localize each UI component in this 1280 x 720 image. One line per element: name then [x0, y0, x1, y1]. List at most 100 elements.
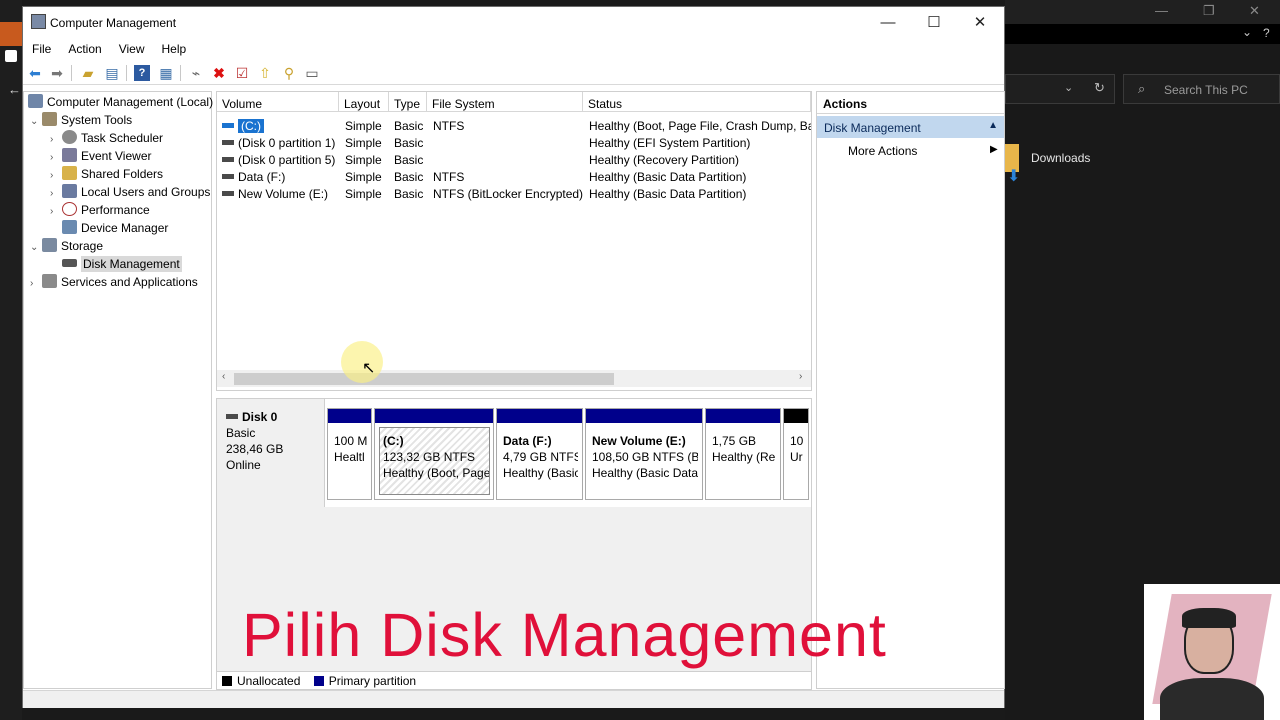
- check-icon[interactable]: ☑: [234, 65, 250, 81]
- partition-unallocated[interactable]: 10 Ur: [783, 408, 809, 500]
- horizontal-scrollbar[interactable]: ‹ ›: [217, 370, 811, 387]
- tree-item-local-users-groups[interactable]: › Local Users and Groups: [50, 183, 210, 201]
- partition-size: 108,50 GB NTFS (Bit: [592, 450, 699, 464]
- layout-cell: Simple: [345, 136, 382, 150]
- event-viewer-icon: [62, 148, 77, 162]
- partition-body: New Volume (E:) 108,50 GB NTFS (Bit Heal…: [588, 427, 699, 495]
- partition-status: Healthy (Boot, Page: [383, 466, 490, 480]
- computer-management-icon: [31, 14, 46, 29]
- tree-item-label: Disk Management: [81, 256, 182, 272]
- maximize-button[interactable]: ☐: [911, 11, 957, 35]
- partition-legend: Unallocated Primary partition: [217, 671, 811, 689]
- scrollbar-thumb[interactable]: [234, 373, 614, 385]
- column-header-status[interactable]: Status: [583, 92, 811, 112]
- chevron-down-icon[interactable]: ⌄: [1242, 25, 1252, 39]
- column-header-layout[interactable]: Layout: [339, 92, 389, 112]
- tree-item-system-tools[interactable]: ⌄ System Tools: [30, 111, 132, 129]
- partition-status: Healthy (Re: [712, 450, 776, 464]
- partition-body: 10 Ur: [786, 427, 805, 495]
- volume-cell: New Volume (E:): [222, 186, 338, 203]
- chevron-left-icon[interactable]: ‹: [222, 371, 225, 382]
- menu-action[interactable]: Action: [59, 39, 109, 56]
- chevron-down-icon[interactable]: ⌄: [30, 239, 42, 257]
- show-hide-console-tree-icon[interactable]: ▤: [104, 65, 120, 81]
- explorer-maximize-button[interactable]: ❐: [1203, 3, 1215, 19]
- more-actions-item[interactable]: More Actions ▶: [848, 144, 998, 158]
- properties-icon[interactable]: ▦: [158, 65, 174, 81]
- filesystem-cell: NTFS: [433, 119, 465, 133]
- actions-disk-management[interactable]: Disk Management ▲: [817, 116, 1004, 138]
- table-row[interactable]: (Disk 0 partition 1) Simple Basic Health…: [217, 135, 811, 152]
- table-row[interactable]: (Disk 0 partition 5) Simple Basic Health…: [217, 152, 811, 169]
- disk-info[interactable]: Disk 0 Basic 238,46 GB Online: [217, 399, 325, 507]
- status-cell: Healthy (Recovery Partition): [589, 153, 740, 167]
- minimize-button[interactable]: —: [865, 11, 911, 35]
- column-header-file-system[interactable]: File System: [427, 92, 583, 112]
- help-icon[interactable]: ?: [1263, 26, 1270, 40]
- filesystem-cell: NTFS: [433, 170, 465, 184]
- volume-icon: [222, 174, 234, 179]
- forward-arrow-icon[interactable]: ➡: [49, 65, 65, 81]
- submenu-arrow-icon: ▶: [990, 144, 998, 155]
- volume-list: Volume Layout Type File System Status (C…: [216, 91, 812, 391]
- partition-name: (C:): [383, 434, 404, 448]
- partition-data-f[interactable]: Data (F:) 4,79 GB NTFS Healthy (Basic: [496, 408, 583, 500]
- taskbar-app-icon[interactable]: [0, 22, 22, 46]
- menu-file[interactable]: File: [23, 39, 59, 56]
- partition-c[interactable]: (C:) 123,32 GB NTFS Healthy (Boot, Page: [374, 408, 494, 500]
- close-button[interactable]: ✕: [957, 11, 1003, 35]
- table-row[interactable]: (C:) Simple Basic NTFS Healthy (Boot, Pa…: [217, 118, 811, 135]
- tree-item-device-manager[interactable]: Device Manager: [62, 219, 168, 237]
- partition-efi[interactable]: 100 M Healtl: [327, 408, 372, 500]
- downloads-folder-label[interactable]: Downloads: [1031, 151, 1090, 165]
- chevron-right-icon[interactable]: ›: [30, 275, 42, 293]
- delete-icon[interactable]: ✖: [211, 65, 227, 81]
- tree-item-task-scheduler[interactable]: › Task Scheduler: [50, 129, 163, 147]
- partition-size: 4,79 GB NTFS: [503, 450, 579, 464]
- tree-item-performance[interactable]: › Performance: [50, 201, 150, 219]
- chevron-right-icon[interactable]: ›: [799, 371, 802, 382]
- tree-item-services-applications[interactable]: › Services and Applications: [30, 273, 198, 291]
- help-icon[interactable]: ?: [134, 65, 150, 81]
- explorer-address-bar[interactable]: ⌄ ↻: [1005, 74, 1115, 104]
- window-titlebar: Computer Management — ☐ ✕: [23, 7, 1004, 39]
- menu-view[interactable]: View: [110, 39, 153, 56]
- device-manager-icon: [62, 220, 77, 234]
- tree-item-storage[interactable]: ⌄ Storage: [30, 237, 103, 255]
- tree-item-computer-management[interactable]: Computer Management (Local): [28, 93, 213, 111]
- tree-item-event-viewer[interactable]: › Event Viewer: [50, 147, 151, 165]
- partition-recovery[interactable]: 1,75 GB Healthy (Re: [705, 408, 781, 500]
- connect-icon[interactable]: ⌁: [188, 65, 204, 81]
- back-arrow-icon[interactable]: ←: [8, 82, 21, 97]
- folder-icon: [62, 166, 77, 180]
- explorer-minimize-button[interactable]: —: [1155, 3, 1168, 18]
- collapse-up-icon[interactable]: ▲: [988, 120, 998, 131]
- explorer-close-button[interactable]: ✕: [1249, 3, 1260, 19]
- back-arrow-icon[interactable]: ⬅: [27, 65, 43, 81]
- partition-bar: [375, 409, 493, 423]
- menu-help[interactable]: Help: [153, 39, 195, 56]
- chevron-down-icon[interactable]: ⌄: [1064, 81, 1073, 94]
- refresh-icon[interactable]: ↻: [1094, 80, 1105, 96]
- tree-item-disk-management[interactable]: Disk Management: [62, 255, 182, 273]
- more-actions-label: More Actions: [848, 144, 918, 158]
- partition-new-volume-e[interactable]: New Volume (E:) 108,50 GB NTFS (Bit Heal…: [585, 408, 703, 500]
- users-icon: [62, 184, 77, 198]
- column-header-volume[interactable]: Volume: [217, 92, 339, 112]
- chevron-right-icon[interactable]: ›: [50, 203, 62, 221]
- up-folder-icon[interactable]: ▰: [80, 65, 96, 81]
- avatar-body: [1160, 678, 1264, 720]
- explorer-search-input[interactable]: ⌕ Search This PC: [1123, 74, 1280, 104]
- tree-item-label: Services and Applications: [61, 275, 198, 289]
- import-icon[interactable]: ⇧: [257, 65, 273, 81]
- list-icon[interactable]: ▭: [304, 65, 320, 81]
- column-header-type[interactable]: Type: [389, 92, 427, 112]
- table-row[interactable]: New Volume (E:) Simple Basic NTFS (BitLo…: [217, 186, 811, 203]
- table-row[interactable]: Data (F:) Simple Basic NTFS Healthy (Bas…: [217, 169, 811, 186]
- layout-cell: Simple: [345, 187, 382, 201]
- tree-item-shared-folders[interactable]: › Shared Folders: [50, 165, 163, 183]
- chevron-down-icon[interactable]: ⌄: [30, 113, 42, 131]
- checkbox-icon[interactable]: [5, 50, 17, 62]
- search-icon[interactable]: ⚲: [281, 65, 297, 81]
- console-tree: Computer Management (Local) ⌄ System Tool…: [23, 91, 213, 689]
